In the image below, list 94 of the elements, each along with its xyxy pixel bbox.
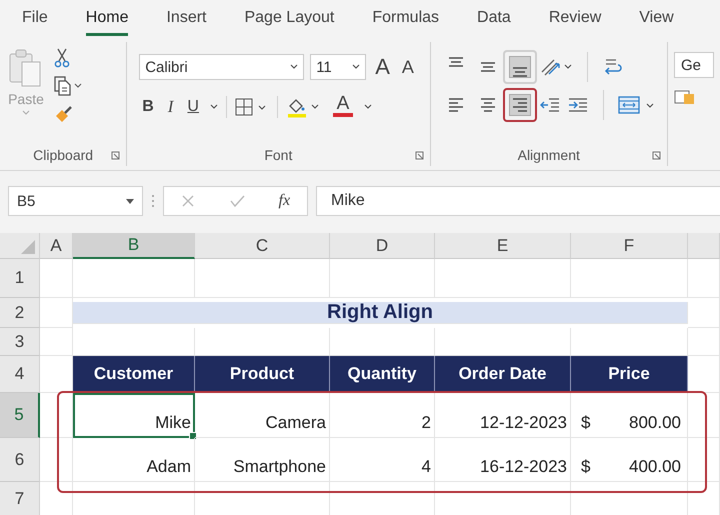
group-label: Font	[264, 147, 292, 163]
conditional-format-icon[interactable]	[674, 88, 694, 106]
column-header[interactable]: D	[330, 233, 435, 259]
grid-cell[interactable]	[40, 259, 73, 298]
ribbon-tab[interactable]: Review	[548, 2, 602, 36]
font-name-dropdown[interactable]: Calibri	[139, 54, 304, 80]
price-cell[interactable]: $ 400.00	[571, 438, 688, 482]
table-cell[interactable]: Mike	[73, 393, 195, 438]
copy-icon[interactable]	[54, 76, 82, 96]
insert-function-button[interactable]: fx	[278, 192, 290, 210]
align-icon	[480, 98, 496, 112]
price-value: 400.00	[629, 457, 681, 477]
currency-symbol: $	[581, 413, 590, 433]
column-heading: Customer	[73, 356, 195, 393]
align-icon	[512, 98, 528, 112]
enter-check-icon[interactable]	[228, 194, 245, 208]
currency-symbol: $	[581, 457, 590, 477]
dialog-launcher-icon[interactable]	[111, 151, 120, 160]
align-icon	[512, 67, 528, 77]
row-header[interactable]: 2	[0, 298, 40, 328]
caret-icon	[352, 64, 360, 70]
ribbon-tab[interactable]: Data	[477, 2, 511, 36]
ribbon-tab[interactable]: View	[639, 2, 674, 36]
row-header[interactable]: 5	[0, 393, 40, 438]
column-heading: Price	[571, 356, 688, 393]
table-cell[interactable]: 2	[330, 393, 435, 438]
dialog-launcher-icon[interactable]	[652, 151, 661, 160]
row-header[interactable]: 1	[0, 259, 40, 298]
column-header[interactable]: E	[435, 233, 571, 259]
table-title: Right Align	[73, 302, 688, 324]
grid-cell[interactable]	[688, 328, 720, 356]
italic-button[interactable]: I	[164, 96, 176, 118]
price-value: 800.00	[629, 413, 681, 433]
group-label: Clipboard	[33, 147, 94, 163]
column-header[interactable]: A	[40, 233, 73, 259]
number-format-dropdown[interactable]: Ge	[674, 52, 714, 78]
caret-icon	[22, 110, 30, 116]
caret-icon[interactable]	[210, 104, 218, 110]
row-header[interactable]: 3	[0, 328, 40, 356]
caret-icon[interactable]	[364, 104, 372, 110]
align-button[interactable]	[502, 50, 536, 84]
drag-handle-icon[interactable]	[151, 194, 155, 208]
decrease-font-size-button[interactable]: A	[398, 56, 417, 78]
caret-icon	[290, 64, 298, 70]
grid-cell[interactable]	[435, 259, 571, 298]
align-icon	[480, 62, 496, 72]
grid-cell[interactable]	[40, 393, 73, 438]
column-heading: Order Date	[435, 356, 571, 393]
row-header[interactable]: 7	[0, 482, 40, 515]
bold-button[interactable]: B	[139, 96, 157, 118]
format-painter-icon[interactable]	[54, 104, 74, 124]
align-button[interactable]	[502, 88, 536, 122]
column-header[interactable]: B	[73, 233, 195, 259]
align-icon	[448, 98, 464, 112]
price-cell[interactable]: $ 800.00	[571, 393, 688, 438]
grid-cell[interactable]	[40, 328, 73, 356]
increase-font-size-button[interactable]: A	[372, 56, 393, 78]
row-header[interactable]: 6	[0, 438, 40, 482]
grid-cell[interactable]	[688, 298, 720, 328]
merge-cells-icon[interactable]	[618, 94, 656, 116]
grid-cell[interactable]	[571, 259, 688, 298]
font-color-button[interactable]: A	[330, 94, 356, 120]
column-header[interactable]: F	[571, 233, 688, 259]
caret-icon	[126, 198, 134, 204]
table-cell[interactable]: 12-12-2023	[435, 393, 571, 438]
ribbon-tab[interactable]: Insert	[166, 2, 206, 36]
name-box[interactable]: B5	[8, 186, 143, 216]
grid-cell[interactable]	[688, 438, 720, 482]
grid-cell[interactable]	[40, 438, 73, 482]
dialog-launcher-icon[interactable]	[414, 151, 424, 160]
table-cell[interactable]: Smartphone	[195, 438, 330, 482]
grid-cell[interactable]	[330, 259, 435, 298]
font-size-dropdown[interactable]: 11	[310, 54, 366, 80]
underline-button[interactable]: U	[184, 96, 202, 118]
group-label: Alignment	[518, 147, 580, 163]
column-header[interactable]: C	[195, 233, 330, 259]
ribbon-tab[interactable]: File	[22, 2, 48, 36]
column-heading: Quantity	[330, 356, 435, 393]
ribbon-tab[interactable]: Page Layout	[244, 2, 334, 36]
grid-cell[interactable]	[195, 259, 330, 298]
table-cell[interactable]: Camera	[195, 393, 330, 438]
table-cell[interactable]: Adam	[73, 438, 195, 482]
cut-icon[interactable]	[54, 48, 70, 68]
align-icon	[448, 57, 464, 67]
ribbon-tab[interactable]: Formulas	[372, 2, 440, 36]
column-heading: Product	[195, 356, 330, 393]
formula-input[interactable]: Mike	[316, 186, 720, 216]
grid-cell[interactable]	[73, 259, 195, 298]
row-header[interactable]: 4	[0, 356, 40, 393]
ribbon-tab[interactable]: Home	[86, 2, 128, 36]
grid-cell[interactable]	[688, 393, 720, 438]
table-cell[interactable]: 16-12-2023	[435, 438, 571, 482]
grid-cell[interactable]	[688, 259, 720, 298]
table-cell[interactable]: 4	[330, 438, 435, 482]
